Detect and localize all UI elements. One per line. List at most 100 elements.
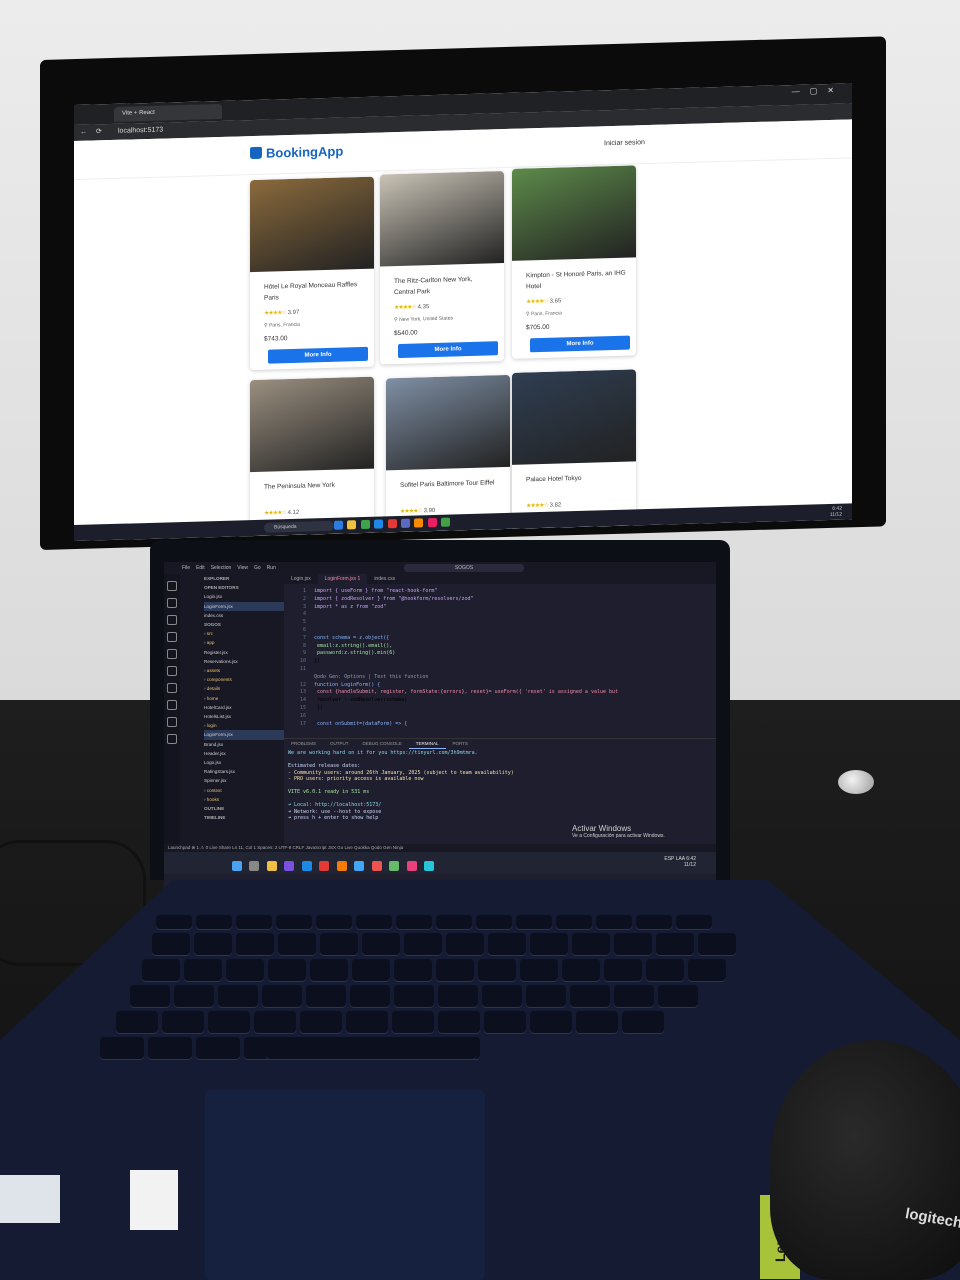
open-editor-item[interactable]: index.css: [204, 611, 284, 620]
menu-item[interactable]: Edit: [196, 565, 205, 571]
vscode-search[interactable]: SOGOS: [404, 564, 524, 572]
file-tree-item[interactable]: RatingStars.jsx: [204, 767, 284, 776]
outline-header[interactable]: OUTLINE: [204, 804, 284, 813]
hotel-image[interactable]: [512, 165, 636, 261]
system-tray[interactable]: ESP LAA 6:42 11/12: [664, 856, 696, 868]
project-header[interactable]: SOGOS: [204, 620, 284, 629]
panel-tab[interactable]: DEBUG CONSOLE: [356, 739, 409, 748]
search-icon[interactable]: [167, 598, 177, 608]
panel-tab[interactable]: TERMINAL: [408, 739, 446, 749]
open-editor-item[interactable]: LoginForm.jsx: [204, 601, 284, 611]
line-number: 17: [299, 720, 306, 727]
url-field[interactable]: localhost:5173: [118, 126, 163, 137]
file-tree-item[interactable]: Brand.jsx: [204, 740, 284, 749]
edge-icon[interactable]: [374, 519, 384, 529]
app-icon[interactable]: [360, 519, 370, 530]
reload-icon[interactable]: ⟳: [96, 124, 102, 140]
debug-icon[interactable]: [167, 632, 177, 642]
app-icon[interactable]: [423, 861, 434, 871]
code-area[interactable]: 1 import { useForm } from "react-hook-for…: [284, 588, 716, 728]
hotel-image[interactable]: [386, 374, 510, 471]
code-editor[interactable]: Login.jsx LoginForm.jsx 1 index.css 1 impor…: [284, 574, 716, 744]
app-icon[interactable]: [414, 518, 424, 528]
app-icon[interactable]: [284, 861, 295, 871]
menu-item[interactable]: File: [182, 565, 190, 571]
file-tree-item[interactable]: Register.jsx: [204, 648, 284, 657]
more-info-button[interactable]: More Info: [530, 335, 630, 353]
extensions-icon[interactable]: [167, 649, 177, 659]
editor-tab[interactable]: Login.jsx: [284, 574, 318, 584]
file-tree-item[interactable]: › details: [204, 684, 284, 693]
rating-value: 4.12: [285, 509, 300, 517]
hotel-image[interactable]: [512, 369, 636, 465]
file-tree-item[interactable]: › assets: [204, 666, 284, 675]
extension-icon[interactable]: [167, 683, 177, 693]
timeline-header[interactable]: TIMELINE: [204, 813, 284, 822]
account-icon[interactable]: [167, 717, 177, 727]
menu-item[interactable]: Selection: [211, 565, 232, 571]
files-icon[interactable]: [167, 581, 177, 591]
vscode-statusbar[interactable]: Launchpad ⊗ 1 ⚠ 0 Live Share Ln 11, Col …: [164, 844, 716, 852]
menu-item[interactable]: Run: [267, 565, 276, 571]
extension-icon[interactable]: [167, 666, 177, 676]
file-tree-item[interactable]: › app: [204, 638, 284, 647]
menu-item[interactable]: Go: [254, 565, 261, 571]
file-tree-item[interactable]: › context: [204, 786, 284, 795]
menu-item[interactable]: View: [237, 565, 248, 571]
window-controls[interactable]: —▢✕: [792, 86, 844, 96]
edge-icon[interactable]: [301, 861, 312, 871]
hotel-card[interactable]: Kimpton - St Honoré Paris, an IHG Hotel ★…: [512, 165, 636, 359]
folder-icon[interactable]: [347, 520, 357, 530]
file-tree-item[interactable]: › home: [204, 694, 284, 703]
source-control-icon[interactable]: [167, 615, 177, 625]
chrome-icon[interactable]: [389, 861, 400, 871]
editor-tab[interactable]: LoginForm.jsx 1: [317, 574, 368, 584]
keyboard-key: [698, 933, 736, 955]
file-tree-item[interactable]: LoginForm.jsx: [204, 730, 284, 740]
browser-tab[interactable]: Vite + React: [114, 103, 222, 122]
more-info-button[interactable]: More Info: [398, 341, 498, 359]
login-link[interactable]: Iniciar sesion: [604, 139, 645, 147]
hotel-card[interactable]: Hôtel Le Royal Monceau Raffles Paris ★★★★…: [250, 176, 374, 371]
open-editors-header[interactable]: OPEN EDITORS: [204, 583, 284, 592]
file-tree-item[interactable]: › hooks: [204, 795, 284, 804]
hotel-image[interactable]: [250, 176, 374, 273]
start-icon[interactable]: [232, 861, 242, 871]
taskbar-search[interactable]: Búsqueda: [264, 520, 334, 533]
site-logo[interactable]: BookingApp: [250, 144, 343, 162]
hotel-card[interactable]: The Ritz-Carlton New York, Central Park ★…: [380, 171, 504, 365]
panel-tab[interactable]: PORTS: [446, 739, 475, 748]
keyboard-key: [174, 985, 214, 1007]
app-icon[interactable]: [319, 861, 330, 871]
app-icon[interactable]: [387, 519, 397, 529]
panel-tab[interactable]: PROBLEMS: [284, 739, 323, 748]
hotel-image[interactable]: [380, 171, 504, 267]
app-icon[interactable]: [406, 861, 417, 871]
editor-tab[interactable]: index.css: [367, 574, 402, 584]
back-icon[interactable]: ←: [80, 125, 87, 141]
search-icon[interactable]: [249, 861, 260, 871]
chrome-icon[interactable]: [441, 517, 451, 527]
app-icon[interactable]: [427, 517, 437, 528]
file-tree-item[interactable]: Header.jsx: [204, 749, 284, 758]
file-tree-item[interactable]: › src: [204, 629, 284, 638]
file-tree-item[interactable]: HotelsList.jsx: [204, 712, 284, 721]
app-icon[interactable]: [371, 861, 382, 871]
open-editor-item[interactable]: Login.jsx: [204, 592, 284, 601]
file-tree-item[interactable]: Reservations.jsx: [204, 657, 284, 666]
file-tree-item[interactable]: › login: [204, 721, 284, 730]
vscode-icon[interactable]: [354, 861, 365, 871]
app-icon[interactable]: [336, 861, 347, 871]
app-icon[interactable]: [334, 520, 343, 530]
panel-tab[interactable]: OUTPUT: [323, 739, 356, 748]
file-tree-item[interactable]: Spinner.jsx: [204, 776, 284, 785]
extension-icon[interactable]: [167, 700, 177, 710]
folder-icon[interactable]: [266, 861, 277, 871]
gear-icon[interactable]: [167, 734, 177, 744]
file-tree-item[interactable]: HotelCard.jsx: [204, 703, 284, 712]
hotel-image[interactable]: [250, 376, 374, 473]
file-tree-item[interactable]: Logo.jsx: [204, 758, 284, 767]
file-tree-item[interactable]: › components: [204, 675, 284, 684]
vscode-icon[interactable]: [400, 518, 410, 528]
more-info-button[interactable]: More Info: [268, 346, 368, 364]
